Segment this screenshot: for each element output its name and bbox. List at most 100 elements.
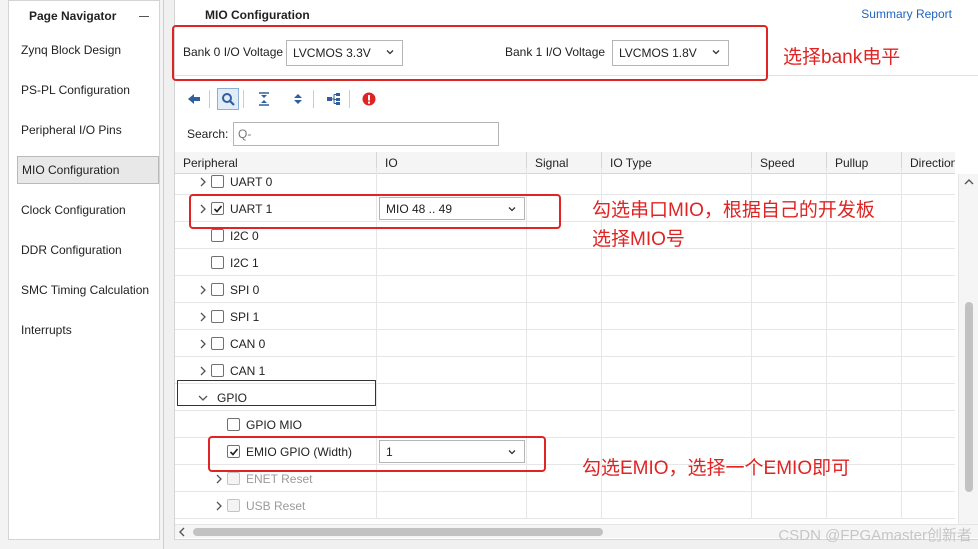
checkbox[interactable] bbox=[211, 283, 224, 296]
table-row[interactable]: UART 0 bbox=[175, 168, 955, 195]
table-row[interactable]: GPIO MIO bbox=[175, 411, 955, 438]
table-row[interactable]: GPIO bbox=[175, 384, 955, 411]
checkbox[interactable] bbox=[211, 229, 224, 242]
nav-item-label: Clock Configuration bbox=[21, 203, 126, 217]
io-select[interactable]: MIO 48 .. 49 bbox=[379, 197, 525, 220]
chevron-right-icon[interactable] bbox=[213, 500, 225, 512]
peripheral-label: I2C 1 bbox=[230, 255, 259, 270]
search-toggle-button[interactable] bbox=[217, 88, 239, 110]
table-row[interactable]: SPI 1 bbox=[175, 303, 955, 330]
hierarchy-icon bbox=[327, 93, 340, 105]
peripheral-label: GPIO MIO bbox=[246, 417, 303, 432]
horizontal-scroll-thumb[interactable] bbox=[193, 528, 603, 536]
bank0-voltage-label: Bank 0 I/O Voltage bbox=[183, 45, 284, 59]
table-cell bbox=[377, 222, 527, 249]
nav-item-label: Peripheral I/O Pins bbox=[21, 123, 122, 137]
bank1-voltage-label: Bank 1 I/O Voltage bbox=[505, 45, 606, 59]
table-row[interactable]: CAN 0 bbox=[175, 330, 955, 357]
table-cell bbox=[527, 357, 602, 384]
checkbox[interactable] bbox=[211, 364, 224, 377]
vertical-scroll-thumb[interactable] bbox=[965, 302, 973, 492]
peripheral-label: UART 0 bbox=[230, 174, 273, 189]
chevron-right-icon[interactable] bbox=[197, 203, 209, 215]
chevron-right-icon[interactable] bbox=[197, 176, 209, 188]
io-select[interactable]: 1 bbox=[379, 440, 525, 463]
search-input[interactable]: Q- bbox=[233, 122, 499, 146]
table-cell bbox=[527, 330, 602, 357]
table-cell bbox=[827, 330, 902, 357]
nav-item-zynq-block-design[interactable]: Zynq Block Design bbox=[17, 37, 159, 63]
checkbox[interactable] bbox=[227, 445, 240, 458]
table-cell bbox=[377, 249, 527, 276]
tree-node: GPIO MIO bbox=[213, 411, 302, 438]
table-cell bbox=[527, 222, 602, 249]
tree-node: I2C 1 bbox=[197, 249, 259, 276]
checkbox bbox=[227, 472, 240, 485]
nav-item-peripheral-io-pins[interactable]: Peripheral I/O Pins bbox=[17, 117, 159, 143]
hierarchy-button[interactable] bbox=[323, 88, 345, 110]
table-cell bbox=[827, 168, 902, 195]
table-cell bbox=[377, 303, 527, 330]
nav-item-clock-configuration[interactable]: Clock Configuration bbox=[17, 197, 159, 223]
toolbar bbox=[175, 86, 978, 112]
scroll-left-icon[interactable] bbox=[178, 527, 186, 537]
table-cell bbox=[752, 330, 827, 357]
table-row[interactable]: I2C 1 bbox=[175, 249, 955, 276]
chevron-right-icon[interactable] bbox=[197, 311, 209, 323]
scroll-up-icon[interactable] bbox=[964, 178, 974, 186]
tree-node: UART 1 bbox=[197, 195, 272, 222]
table-cell bbox=[827, 492, 902, 519]
checkmark-icon bbox=[229, 447, 238, 456]
table-cell bbox=[602, 330, 752, 357]
annotation-emio: 勾选EMIO，选择一个EMIO即可 bbox=[582, 458, 851, 479]
back-arrow-icon bbox=[188, 94, 200, 104]
peripheral-label: ENET Reset bbox=[246, 471, 313, 486]
collapse-all-button[interactable] bbox=[253, 88, 275, 110]
table-cell bbox=[752, 303, 827, 330]
nav-item-label: DDR Configuration bbox=[21, 243, 122, 257]
table-cell bbox=[827, 249, 902, 276]
chevron-right-icon[interactable] bbox=[197, 365, 209, 377]
nav-item-ps-pl-configuration[interactable]: PS-PL Configuration bbox=[17, 77, 159, 103]
chevron-right-icon[interactable] bbox=[197, 338, 209, 350]
chevron-down-icon[interactable] bbox=[197, 392, 209, 404]
vertical-scrollbar[interactable] bbox=[958, 174, 978, 524]
nav-item-interrupts[interactable]: Interrupts bbox=[17, 317, 159, 343]
table-cell bbox=[602, 411, 752, 438]
bank0-voltage-select[interactable]: LVCMOS 3.3V bbox=[286, 40, 403, 66]
bank1-voltage-select[interactable]: LVCMOS 1.8V bbox=[612, 40, 729, 66]
table-row[interactable]: SPI 0 bbox=[175, 276, 955, 303]
minimize-icon[interactable] bbox=[139, 15, 149, 17]
table-row[interactable]: USB Reset bbox=[175, 492, 955, 519]
chevron-right-icon[interactable] bbox=[213, 473, 225, 485]
summary-report-link[interactable]: Summary Report bbox=[861, 7, 952, 21]
page-navigator: Page Navigator Zynq Block Design PS-PL C… bbox=[0, 0, 164, 549]
tree-node: EMIO GPIO (Width) bbox=[213, 438, 352, 465]
table-cell bbox=[752, 411, 827, 438]
checkbox[interactable] bbox=[211, 202, 224, 215]
table-cell bbox=[602, 249, 752, 276]
page-navigator-panel: Page Navigator Zynq Block Design PS-PL C… bbox=[8, 0, 160, 540]
back-button[interactable] bbox=[183, 88, 205, 110]
checkbox[interactable] bbox=[211, 310, 224, 323]
table-cell bbox=[827, 222, 902, 249]
nav-item-ddr-configuration[interactable]: DDR Configuration bbox=[17, 237, 159, 263]
error-icon bbox=[362, 92, 376, 106]
table-row[interactable]: I2C 0 bbox=[175, 222, 955, 249]
errors-button[interactable] bbox=[358, 88, 380, 110]
tree-node: SPI 0 bbox=[197, 276, 259, 303]
table-cell bbox=[827, 303, 902, 330]
nav-item-smc-timing-calculation[interactable]: SMC Timing Calculation bbox=[17, 277, 159, 303]
chevron-right-icon[interactable] bbox=[197, 284, 209, 296]
checkbox[interactable] bbox=[211, 175, 224, 188]
table-row[interactable]: CAN 1 bbox=[175, 357, 955, 384]
checkbox bbox=[227, 499, 240, 512]
nav-item-mio-configuration[interactable]: MIO Configuration bbox=[17, 156, 159, 184]
checkbox[interactable] bbox=[227, 418, 240, 431]
checkbox[interactable] bbox=[211, 337, 224, 350]
checkbox[interactable] bbox=[211, 256, 224, 269]
expand-all-button[interactable] bbox=[287, 88, 309, 110]
nav-item-label: Interrupts bbox=[21, 323, 72, 337]
